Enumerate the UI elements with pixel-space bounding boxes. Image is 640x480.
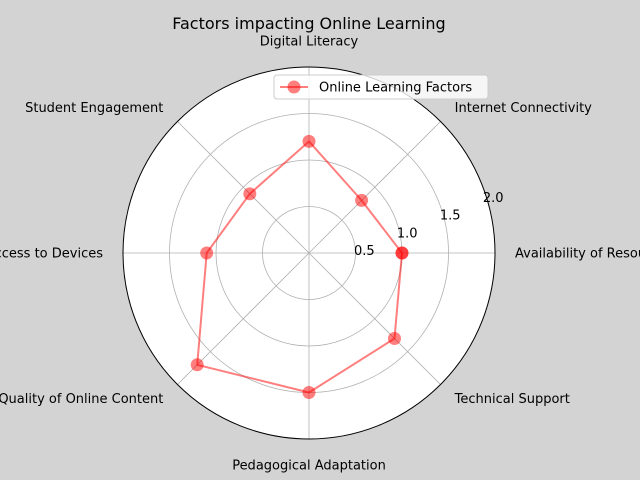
- legend: Online Learning Factors: [273, 74, 489, 100]
- data-point: [243, 187, 257, 201]
- data-point: [200, 246, 214, 260]
- legend-label: Online Learning Factors: [319, 81, 472, 96]
- data-point: [302, 134, 316, 148]
- data-point: [355, 193, 369, 207]
- r-tick-label: 1.0: [397, 226, 418, 241]
- r-tick-label: 2.0: [483, 191, 504, 206]
- category-label: Student Engagement: [25, 101, 163, 116]
- category-label: Technical Support: [454, 392, 570, 407]
- r-tick-label: 1.5: [440, 209, 461, 224]
- data-point: [395, 246, 409, 260]
- r-tick-label: 0.5: [354, 244, 375, 259]
- category-label: Availability of Resources: [515, 247, 640, 262]
- legend-marker: [287, 80, 301, 94]
- category-label: Digital Literacy: [260, 35, 359, 50]
- category-label: Access to Devices: [0, 247, 103, 262]
- category-label: Pedagogical Adaptation: [232, 459, 386, 474]
- data-point: [302, 386, 316, 399]
- category-label: Internet Connectivity: [455, 101, 593, 116]
- category-label: Quality of Online Content: [0, 392, 163, 407]
- plot-area: 0.5 1.0 1.5 2.0 Availability of Resources Int…: [0, 35, 640, 474]
- data-point: [190, 358, 204, 372]
- radar-chart: Factors impacting Online Learning 0.5 1.0…: [0, 14, 640, 474]
- chart-title: Factors impacting Online Learning: [172, 14, 445, 33]
- figure: Factors impacting Online Learning 0.5 1.0…: [0, 0, 640, 480]
- data-point: [387, 331, 401, 345]
